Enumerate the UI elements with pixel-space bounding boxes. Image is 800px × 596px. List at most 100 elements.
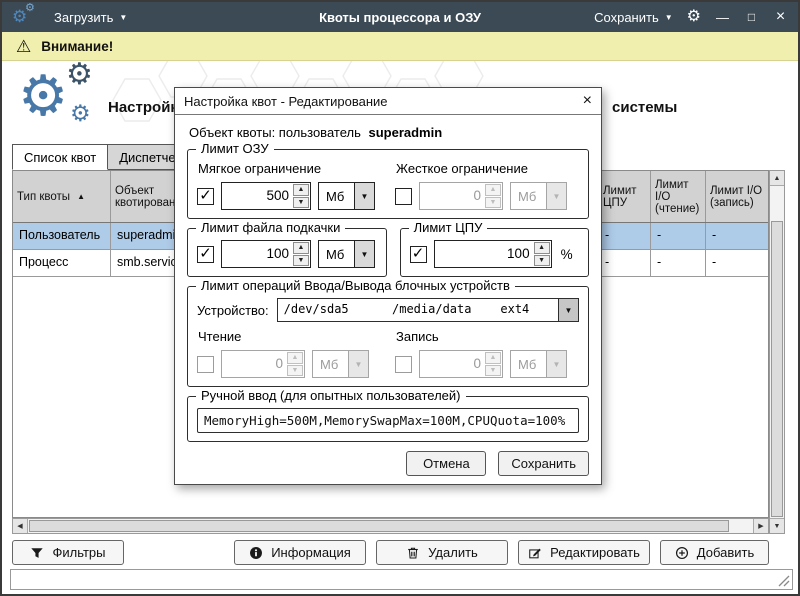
horizontal-scrollbar[interactable]: ◀ ▶ [12, 518, 769, 534]
write-label: Запись [396, 329, 579, 344]
unit-value: Мб [318, 240, 354, 268]
add-button[interactable]: Добавить [660, 540, 769, 565]
write-limit-checkbox[interactable] [395, 356, 412, 373]
titlebar-left: ⚙ ⚙ Загрузить ▼ [12, 6, 127, 28]
gear-icon: ⚙ [18, 68, 68, 124]
group-legend: Лимит ОЗУ [196, 141, 274, 156]
save-label: Сохранить [594, 10, 659, 25]
quota-object-line: Объект квоты: пользователь superadmin [189, 125, 589, 140]
read-limit-checkbox[interactable] [197, 356, 214, 373]
manual-input-group: Ручной ввод (для опытных пользователей) [187, 396, 589, 442]
spin-down-button: ▼ [485, 197, 501, 209]
tab-quota-list[interactable]: Список квот [12, 144, 108, 170]
cpu-limit-spinbox[interactable]: 100 ▲ ▼ [434, 240, 552, 268]
read-label: Чтение [198, 329, 381, 344]
swap-limit-spinbox[interactable]: 100 ▲ ▼ [221, 240, 311, 268]
load-label: Загрузить [54, 10, 113, 25]
trash-icon [406, 546, 420, 560]
quota-object-label: Объект квоты: пользователь [189, 125, 361, 140]
table-cell: - [599, 223, 651, 249]
save-button[interactable]: Сохранить [498, 451, 589, 476]
spin-down-button[interactable]: ▼ [293, 197, 309, 209]
io-write-column: Запись 0 ▲ ▼ Мб [395, 329, 579, 378]
swap-limit-unit-combo[interactable]: Мб ▼ [318, 240, 375, 268]
write-limit-unit-combo: Мб ▼ [510, 350, 567, 378]
scroll-right-button[interactable]: ▶ [753, 519, 768, 533]
hard-limit-unit-combo: Мб ▼ [510, 182, 567, 210]
unit-value: Мб [510, 350, 546, 378]
caret-down-icon: ▼ [546, 182, 567, 210]
caret-down-icon[interactable]: ▼ [354, 240, 375, 268]
vertical-scrollbar-thumb[interactable] [771, 221, 783, 517]
hard-limit-checkbox[interactable] [395, 188, 412, 205]
horizontal-scrollbar-thumb[interactable] [29, 520, 729, 532]
dialog-titlebar[interactable]: Настройка квот - Редактирование × [175, 88, 601, 115]
group-legend: Ручной ввод (для опытных пользователей) [196, 388, 466, 403]
soft-limit-checkbox[interactable]: ✓ [197, 188, 214, 205]
spin-value: 0 [226, 351, 283, 377]
maximize-button[interactable]: □ [744, 11, 759, 23]
caret-down-icon[interactable]: ▼ [558, 299, 578, 321]
warning-text: Внимание! [41, 39, 113, 54]
spin-up-button[interactable]: ▲ [534, 242, 550, 254]
spin-down-button[interactable]: ▼ [293, 255, 309, 267]
column-header-type[interactable]: Тип квоты ▲ [13, 171, 111, 222]
cpu-limit-checkbox[interactable]: ✓ [410, 246, 427, 263]
column-header-io-read[interactable]: Лимит I/O (чтение) [651, 171, 706, 222]
spin-up-button: ▲ [485, 184, 501, 196]
scroll-down-button[interactable]: ▼ [770, 518, 784, 533]
soft-limit-spinbox[interactable]: 500 ▲ ▼ [221, 182, 311, 210]
check-icon: ✓ [412, 246, 425, 261]
delete-label: Удалить [428, 545, 478, 560]
page-title-right: системы [612, 99, 677, 116]
quota-object-value: superadmin [368, 125, 442, 140]
settings-gear-button[interactable]: ⚙ [687, 9, 701, 25]
spin-down-button[interactable]: ▼ [534, 255, 550, 267]
cancel-button[interactable]: Отмена [406, 451, 486, 476]
edit-label: Редактировать [550, 545, 640, 560]
caret-down-icon: ▼ [665, 14, 673, 22]
gear-icon: ⚙ [66, 60, 93, 90]
soft-limit-unit-combo[interactable]: Мб ▼ [318, 182, 375, 210]
scroll-left-button[interactable]: ◀ [13, 519, 28, 533]
check-icon: ✓ [199, 188, 212, 203]
manual-input[interactable] [197, 408, 579, 433]
filters-button[interactable]: Фильтры [12, 540, 124, 565]
warning-icon: ⚠ [16, 38, 31, 55]
status-bar [10, 569, 793, 590]
dialog-close-button[interactable]: × [583, 93, 592, 109]
vertical-scrollbar[interactable]: ▲ ▼ [769, 170, 785, 534]
scroll-up-button[interactable]: ▲ [770, 171, 784, 186]
info-button[interactable]: Информация [234, 540, 366, 565]
minimize-button[interactable]: — [715, 11, 730, 24]
app-window: ⚙ ⚙ Загрузить ▼ Квоты процессора и ОЗУ С… [0, 0, 800, 596]
column-header-cpu-limit[interactable]: Лимит ЦПУ [599, 171, 651, 222]
save-menu-button[interactable]: Сохранить ▼ [594, 10, 673, 25]
edit-icon [528, 546, 542, 560]
spin-down-button: ▼ [485, 365, 501, 377]
swap-limit-checkbox[interactable]: ✓ [197, 246, 214, 263]
spin-up-button[interactable]: ▲ [293, 242, 309, 254]
column-header-io-write[interactable]: Лимит I/O (запись) [706, 171, 768, 222]
edit-button[interactable]: Редактировать [518, 540, 650, 565]
spin-up-button[interactable]: ▲ [293, 184, 309, 196]
check-icon: ✓ [199, 246, 212, 261]
titlebar: ⚙ ⚙ Загрузить ▼ Квоты процессора и ОЗУ С… [2, 2, 798, 32]
caret-down-icon[interactable]: ▼ [354, 182, 375, 210]
group-legend: Лимит файла подкачки [196, 220, 345, 235]
dialog-actions: Отмена Сохранить [187, 451, 589, 476]
column-label: Лимит I/O (запись) [710, 185, 764, 209]
spin-value: 0 [424, 183, 481, 209]
app-logo-gears: ⚙ ⚙ ⚙ [18, 64, 110, 140]
device-label: Устройство: [197, 303, 269, 318]
cpu-limit-group: Лимит ЦПУ ✓ 100 ▲ ▼ % [400, 228, 589, 277]
load-menu-button[interactable]: Загрузить ▼ [54, 10, 127, 25]
device-combo[interactable]: /dev/sda5 /media/data ext4 Data ▼ [277, 298, 579, 322]
hard-limit-column: Жесткое ограничение 0 ▲ ▼ [395, 161, 579, 210]
spin-value: 100 [226, 241, 289, 267]
resize-grip[interactable] [778, 575, 790, 587]
write-limit-spinbox: 0 ▲ ▼ [419, 350, 503, 378]
delete-button[interactable]: Удалить [376, 540, 508, 565]
close-window-button[interactable]: × [773, 9, 788, 25]
caret-down-icon: ▼ [348, 350, 369, 378]
